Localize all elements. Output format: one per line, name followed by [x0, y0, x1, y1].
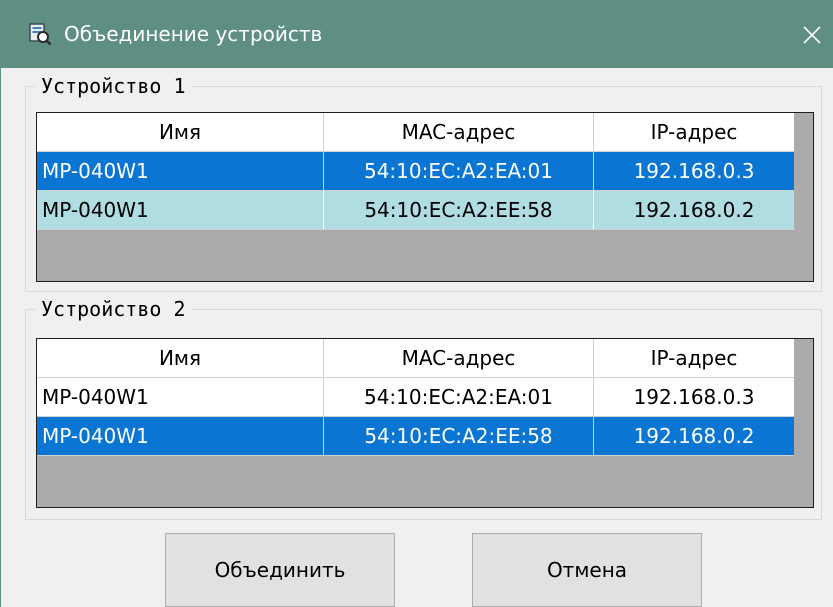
cell-name: MP-040W1: [37, 417, 323, 455]
device-1-legend: Устройство 1: [35, 71, 192, 101]
cell-mac: 54:10:EC:A2:EA:01: [323, 378, 593, 416]
cell-ip: 192.168.0.3: [593, 152, 794, 190]
device-2-legend: Устройство 2: [35, 294, 192, 324]
device-2-grid[interactable]: Имя MAC-адрес IP-адрес MP-040W1 54:10:EC…: [36, 338, 814, 508]
cell-name: MP-040W1: [37, 152, 323, 190]
column-header-mac[interactable]: MAC-адрес: [323, 113, 593, 151]
table-row[interactable]: MP-040W1 54:10:EC:A2:EE:58 192.168.0.2: [37, 417, 794, 455]
device-merge-icon: [29, 23, 52, 46]
close-icon: [803, 26, 821, 44]
cell-name: MP-040W1: [37, 378, 323, 416]
cell-mac: 54:10:EC:A2:EA:01: [323, 152, 593, 190]
merge-button[interactable]: Объединить: [165, 533, 395, 607]
column-header-name[interactable]: Имя: [37, 113, 323, 151]
cell-ip: 192.168.0.2: [593, 417, 794, 455]
table-row[interactable]: MP-040W1 54:10:EC:A2:EA:01 192.168.0.3: [37, 378, 794, 416]
grid-header: Имя MAC-адрес IP-адрес: [37, 113, 794, 151]
table-row[interactable]: MP-040W1 54:10:EC:A2:EE:58 192.168.0.2: [37, 191, 794, 229]
window-title: Объединение устройств: [64, 22, 323, 46]
cancel-button[interactable]: Отмена: [472, 533, 702, 607]
cell-ip: 192.168.0.3: [593, 378, 794, 416]
cell-mac: 54:10:EC:A2:EE:58: [323, 417, 593, 455]
column-header-name[interactable]: Имя: [37, 339, 323, 377]
grid-header: Имя MAC-адрес IP-адрес: [37, 339, 794, 377]
title-bar[interactable]: Объединение устройств: [1, 0, 833, 68]
column-header-ip[interactable]: IP-адрес: [593, 339, 794, 377]
row-divider: [37, 455, 794, 456]
device-2-group: Устройство 2 Имя MAC-адрес IP-адрес MP-0…: [25, 294, 822, 520]
column-header-mac[interactable]: MAC-адрес: [323, 339, 593, 377]
device-1-grid[interactable]: Имя MAC-адрес IP-адрес MP-040W1 54:10:EC…: [36, 112, 814, 282]
cell-ip: 192.168.0.2: [593, 191, 794, 229]
row-divider: [37, 229, 794, 230]
device-1-group: Устройство 1 Имя MAC-адрес IP-адрес MP-0…: [25, 71, 822, 292]
merge-devices-dialog: Объединение устройств Устройство 1 Имя M…: [0, 0, 833, 607]
column-header-ip[interactable]: IP-адрес: [593, 113, 794, 151]
close-button[interactable]: [789, 14, 833, 54]
cell-name: MP-040W1: [37, 191, 323, 229]
table-row[interactable]: MP-040W1 54:10:EC:A2:EA:01 192.168.0.3: [37, 152, 794, 190]
cell-mac: 54:10:EC:A2:EE:58: [323, 191, 593, 229]
